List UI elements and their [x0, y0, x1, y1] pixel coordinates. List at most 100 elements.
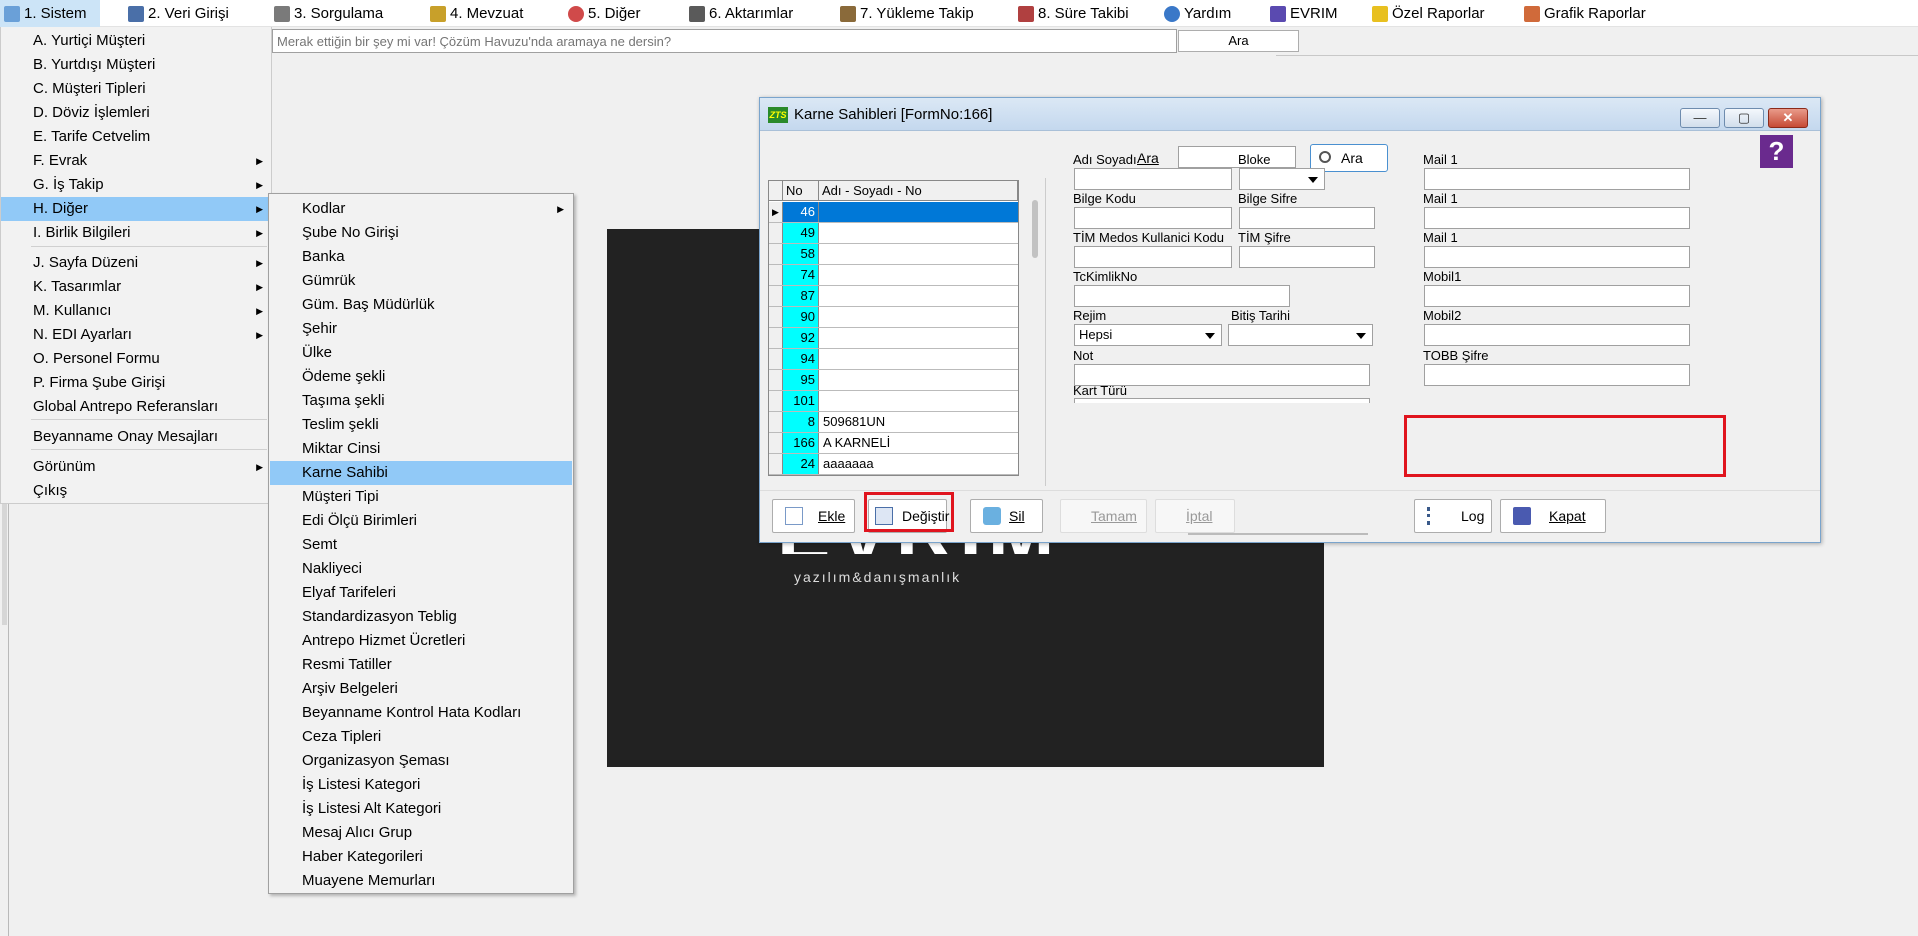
menu-yukleme-takip[interactable]: 7. Yükleme Takip	[840, 0, 974, 27]
diger-menu-item[interactable]: Haber Kategorileri	[270, 845, 572, 869]
table-row[interactable]: 166 A KARNELİ	[769, 433, 1018, 454]
maximize-button[interactable]: ▢	[1724, 108, 1764, 128]
menu-sure-takibi[interactable]: 8. Süre Takibi	[1018, 0, 1129, 27]
diger-menu-item[interactable]: Semt	[270, 533, 572, 557]
menu-ozel-raporlar[interactable]: Özel Raporlar	[1372, 0, 1485, 27]
diger-menu-item[interactable]: Karne Sahibi	[270, 461, 572, 485]
diger-menu-item[interactable]: Edi Ölçü Birimleri	[270, 509, 572, 533]
table-row[interactable]: 87	[769, 286, 1018, 307]
grid-scrollbar[interactable]	[1030, 180, 1044, 476]
row-indicator[interactable]	[769, 223, 783, 243]
table-row[interactable]: 95	[769, 370, 1018, 391]
sistem-menu-item[interactable]: J. Sayfa Düzeni ▶	[1, 251, 271, 275]
mail1-input[interactable]	[1424, 207, 1690, 229]
sistem-menu-item[interactable]: H. Diğer ▶	[1, 197, 271, 221]
diger-menu-item[interactable]: Miktar Cinsi	[270, 437, 572, 461]
diger-menu-item[interactable]: Muayene Memurları	[270, 869, 572, 893]
window-titlebar[interactable]: ZTS Karne Sahibleri [FormNo:166] — ▢ ✕	[760, 98, 1820, 131]
diger-menu-item[interactable]: Banka	[270, 245, 572, 269]
sistem-menu-item[interactable]: N. EDI Ayarları ▶	[1, 323, 271, 347]
sistem-menu-item[interactable]: O. Personel Formu	[1, 347, 271, 371]
row-indicator[interactable]	[769, 286, 783, 306]
tamam-button[interactable]: Tamam	[1060, 499, 1147, 533]
diger-menu-item[interactable]: Resmi Tatiller	[270, 653, 572, 677]
minimize-button[interactable]: —	[1680, 108, 1720, 128]
menu-yardim[interactable]: Yardım	[1164, 0, 1231, 27]
search-button[interactable]: Ara	[1178, 30, 1299, 52]
menu-grafik-raporlar[interactable]: Grafik Raporlar	[1524, 0, 1646, 27]
sistem-menu-item[interactable]: I. Birlik Bilgileri ▶	[1, 221, 271, 245]
row-indicator[interactable]	[769, 307, 783, 327]
sistem-menu-item[interactable]: P. Firma Şube Girişi	[1, 371, 271, 395]
sistem-menu-item[interactable]: Beyanname Onay Mesajları	[1, 425, 271, 449]
table-row[interactable]: 92	[769, 328, 1018, 349]
search-input[interactable]	[272, 29, 1177, 53]
ekle-button[interactable]: Ekle	[772, 499, 855, 533]
sistem-menu-item[interactable]: Global Antrepo Referansları	[1, 395, 271, 419]
sistem-menu-item[interactable]: F. Evrak ▶	[1, 149, 271, 173]
grid-header-no[interactable]: No	[783, 181, 819, 201]
bloke-select[interactable]	[1239, 168, 1325, 190]
diger-menu-item[interactable]: Teslim şekli	[270, 413, 572, 437]
bilge-kodu-input[interactable]	[1074, 207, 1232, 229]
mail1-input[interactable]	[1424, 246, 1690, 268]
log-button[interactable]: Log	[1414, 499, 1492, 533]
row-indicator[interactable]	[769, 349, 783, 369]
diger-menu-item[interactable]: Mesaj Alıcı Grup	[270, 821, 572, 845]
ara-input[interactable]	[1178, 146, 1296, 168]
table-row[interactable]: 101	[769, 391, 1018, 412]
sistem-menu-item[interactable]: C. Müşteri Tipleri	[1, 77, 271, 101]
menu-veri-girisi[interactable]: 2. Veri Girişi	[128, 0, 229, 27]
menu-sorgulama[interactable]: 3. Sorgulama	[274, 0, 383, 27]
table-row[interactable]: 94	[769, 349, 1018, 370]
sil-button[interactable]: Sil	[970, 499, 1043, 533]
tim-sifre-input[interactable]	[1239, 246, 1375, 268]
row-indicator[interactable]	[769, 454, 783, 474]
diger-menu-item[interactable]: İş Listesi Alt Kategori	[270, 797, 572, 821]
bitis-tarihi-select[interactable]	[1228, 324, 1373, 346]
diger-menu-item[interactable]: Standardizasyon Teblig	[270, 605, 572, 629]
diger-menu-item[interactable]: Organizasyon Şeması	[270, 749, 572, 773]
sistem-menu-item[interactable]: A. Yurtiçi Müşteri	[1, 29, 271, 53]
diger-menu-item[interactable]: Kodlar ▶	[270, 197, 572, 221]
tim-medos-input[interactable]	[1074, 246, 1232, 268]
iptal-button[interactable]: İptal	[1155, 499, 1235, 533]
row-indicator[interactable]	[769, 412, 783, 432]
diger-menu-item[interactable]: Antrepo Hizmet Ücretleri	[270, 629, 572, 653]
table-row[interactable]: ▶ 46	[769, 202, 1018, 223]
row-indicator[interactable]	[769, 265, 783, 285]
diger-menu-item[interactable]: Ülke	[270, 341, 572, 365]
kart-turu-select[interactable]	[1074, 398, 1370, 403]
diger-menu-item[interactable]: İş Listesi Kategori	[270, 773, 572, 797]
diger-menu-item[interactable]: Şehir	[270, 317, 572, 341]
row-indicator[interactable]	[769, 433, 783, 453]
table-row[interactable]: 49	[769, 223, 1018, 244]
sistem-menu-item[interactable]: E. Tarife Cetvelim	[1, 125, 271, 149]
scrollbar-thumb[interactable]	[1032, 200, 1038, 258]
sistem-menu-item[interactable]: D. Döviz İşlemleri	[1, 101, 271, 125]
diger-menu-item[interactable]: Beyanname Kontrol Hata Kodları	[270, 701, 572, 725]
sistem-menu-item[interactable]: Görünüm ▶	[1, 455, 271, 479]
rejim-select[interactable]: Hepsi	[1074, 324, 1222, 346]
mobil1-input[interactable]	[1424, 285, 1690, 307]
tobb-sifre-input[interactable]	[1424, 364, 1690, 386]
help-icon[interactable]: ?	[1760, 135, 1793, 168]
bilge-sifre-input[interactable]	[1239, 207, 1375, 229]
menu-mevzuat[interactable]: 4. Mevzuat	[430, 0, 523, 27]
mail1-input[interactable]	[1424, 168, 1690, 190]
sistem-menu-item[interactable]: B. Yurtdışı Müşteri	[1, 53, 271, 77]
diger-menu-item[interactable]: Gümrük	[270, 269, 572, 293]
sistem-menu-item[interactable]: K. Tasarımlar ▶	[1, 275, 271, 299]
grid-header-name[interactable]: Adı - Soyadı - No	[819, 181, 1018, 201]
diger-menu-item[interactable]: Nakliyeci	[270, 557, 572, 581]
menu-diger[interactable]: 5. Diğer	[568, 0, 641, 27]
table-row[interactable]: 90	[769, 307, 1018, 328]
close-button[interactable]: ✕	[1768, 108, 1808, 128]
sistem-menu-item[interactable]: M. Kullanıcı ▶	[1, 299, 271, 323]
diger-menu-item[interactable]: Müşteri Tipi	[270, 485, 572, 509]
table-row[interactable]: 58	[769, 244, 1018, 265]
row-indicator[interactable]	[769, 370, 783, 390]
menu-evrim[interactable]: EVRIM	[1270, 0, 1338, 27]
adi-soyadi-input[interactable]	[1074, 168, 1232, 190]
table-row[interactable]: 24 aaaaaaa	[769, 454, 1018, 475]
